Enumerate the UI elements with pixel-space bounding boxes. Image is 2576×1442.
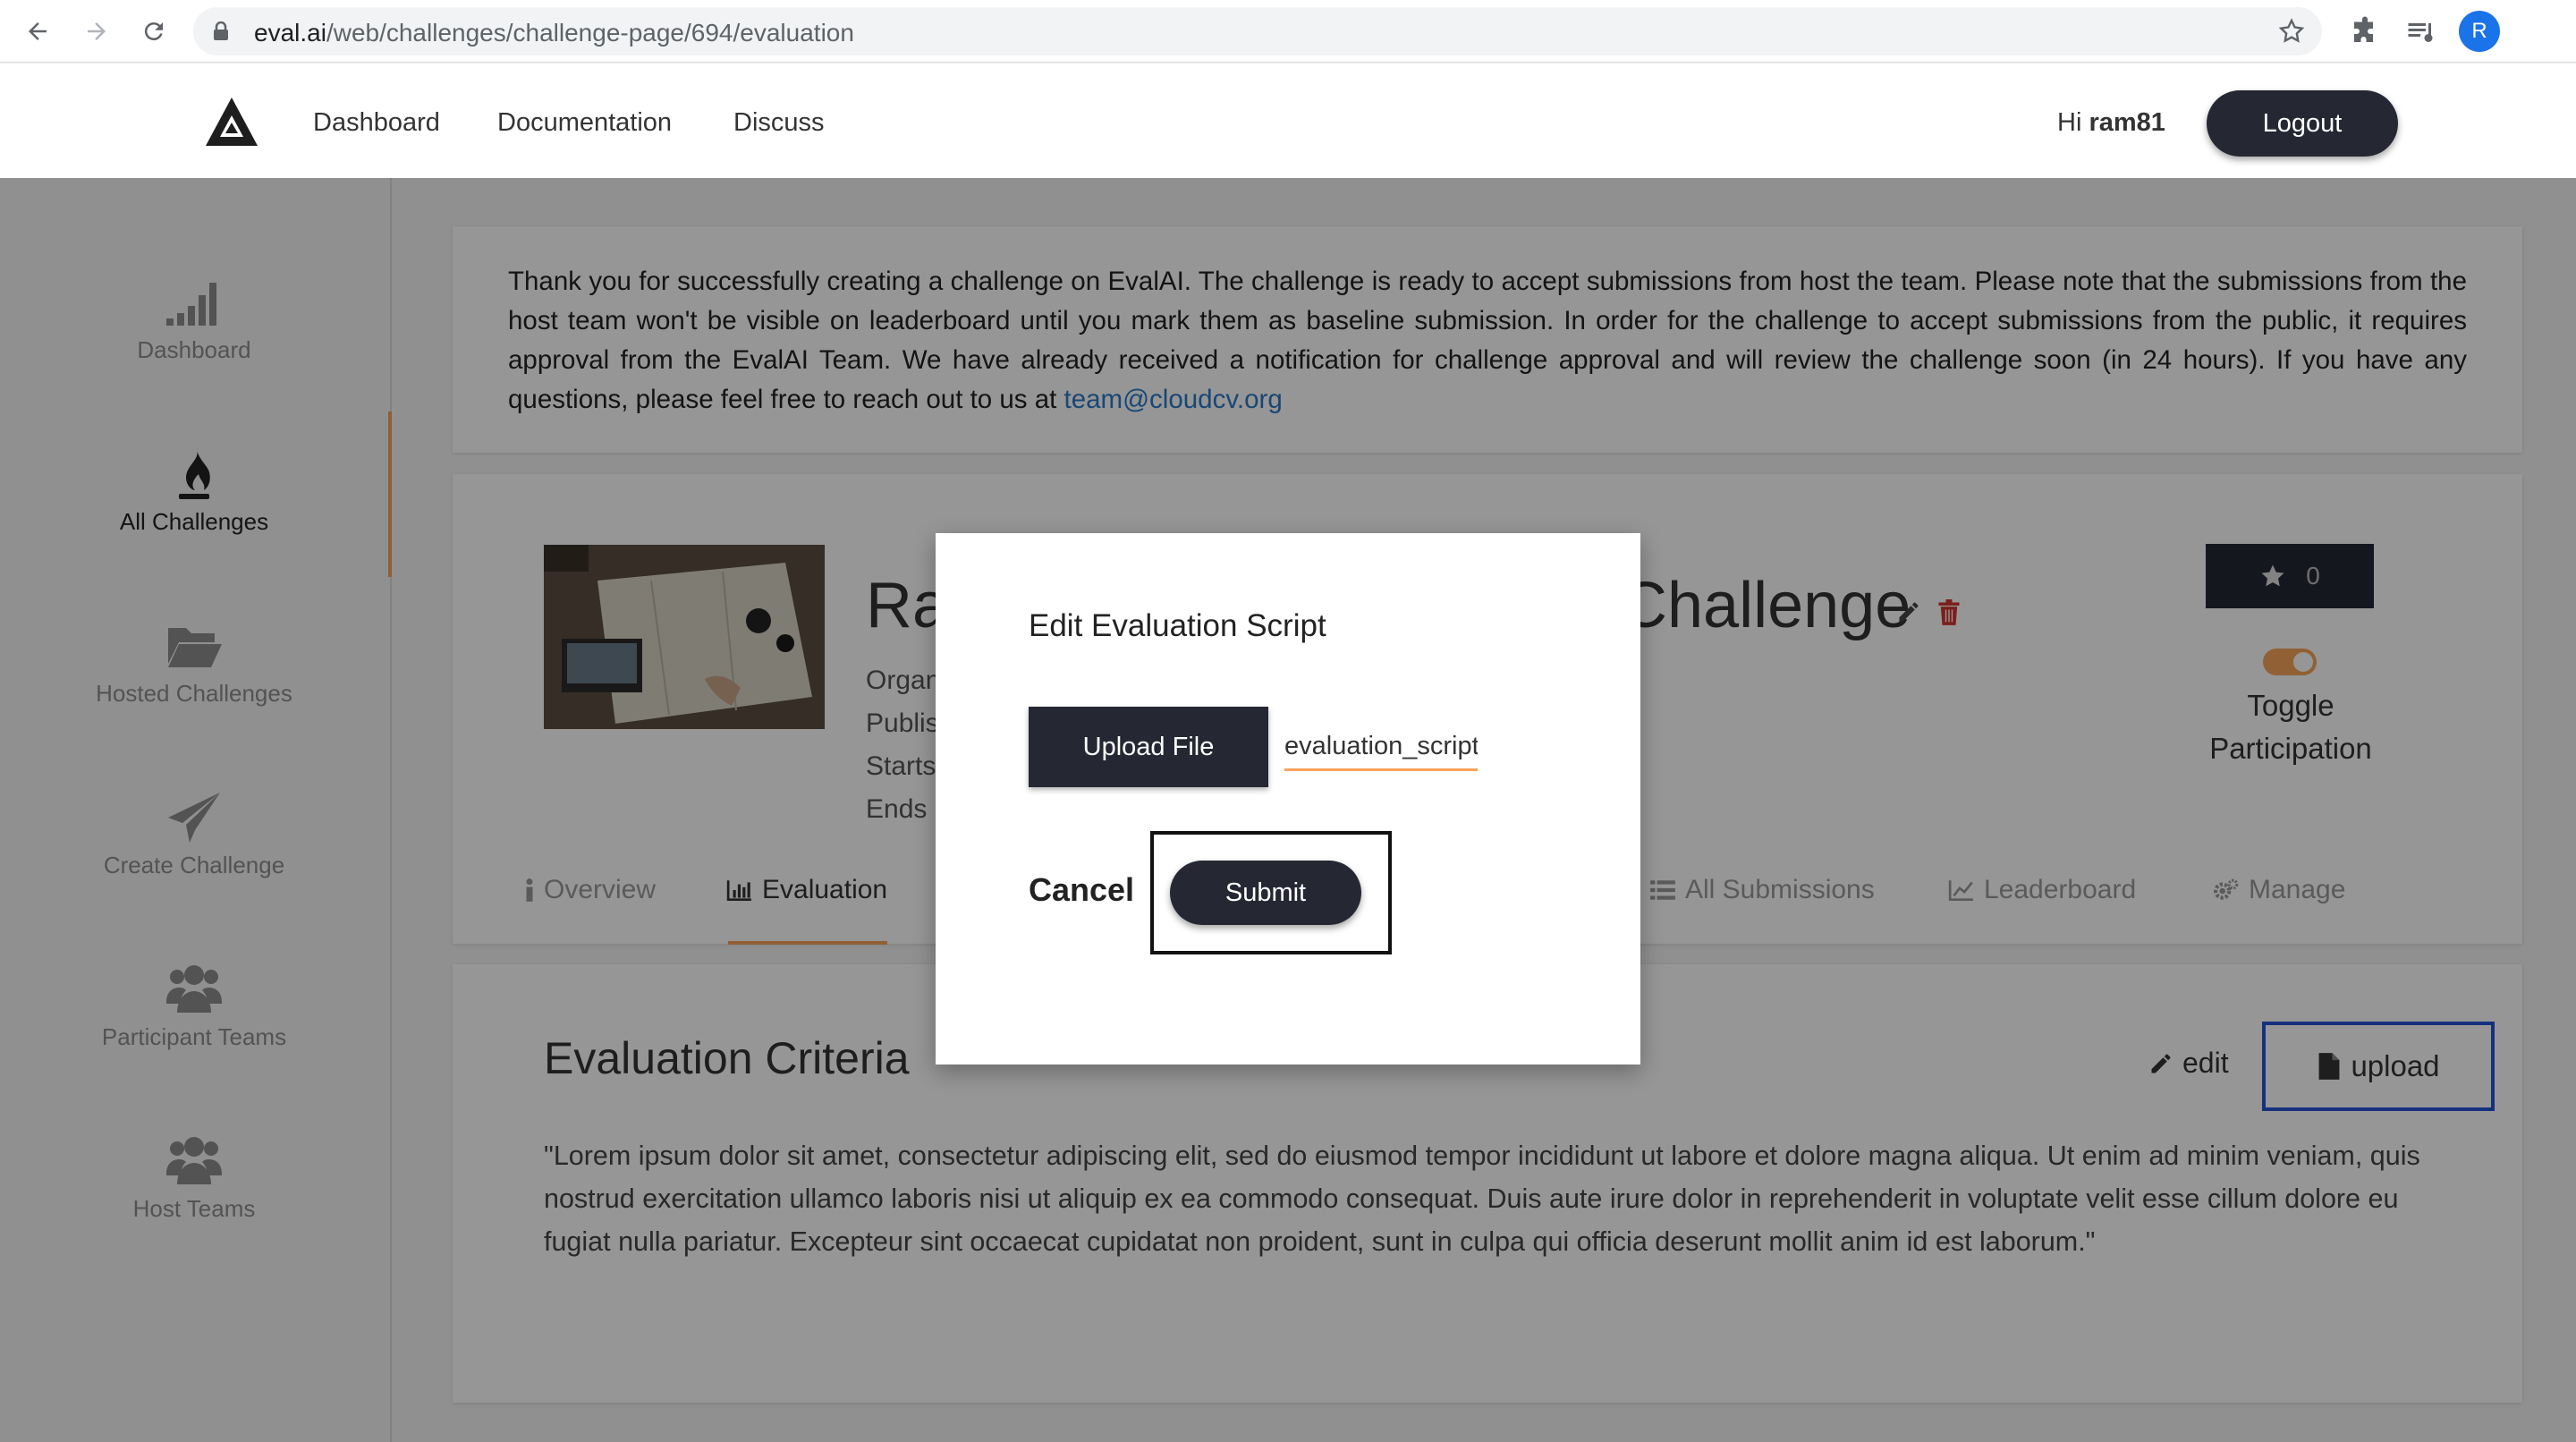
nav-dashboard[interactable]: Dashboard [313, 108, 440, 138]
file-name-field[interactable] [1284, 725, 1478, 771]
arrow-right-icon [88, 22, 106, 40]
forward-button[interactable] [79, 13, 114, 49]
evalai-logo-icon[interactable] [204, 96, 259, 148]
arrow-left-icon [29, 22, 47, 40]
lock-icon [214, 21, 228, 40]
back-button[interactable] [20, 13, 55, 49]
extensions-puzzle-icon[interactable] [2349, 15, 2381, 47]
logout-button[interactable]: Logout [2207, 90, 2398, 157]
url-text: eval.ai/web/challenges/challenge-page/69… [254, 19, 854, 47]
browser-toolbar: eval.ai/web/challenges/challenge-page/69… [0, 0, 2576, 63]
media-queue-icon[interactable] [2404, 15, 2436, 47]
url-path: /web/challenges/challenge-page/694/evalu… [326, 19, 854, 47]
cancel-button[interactable]: Cancel [1029, 871, 1134, 909]
url-host: eval.ai [254, 19, 326, 47]
nav-discuss[interactable]: Discuss [733, 108, 825, 138]
greeting-text: Hi [2057, 108, 2082, 137]
submit-button[interactable]: Submit [1170, 861, 1361, 925]
username: ram81 [2089, 108, 2165, 137]
bookmark-star-icon[interactable] [2277, 17, 2306, 46]
nav-documentation[interactable]: Documentation [497, 108, 672, 138]
edit-evaluation-script-dialog: Edit Evaluation Script Upload File Cance… [936, 533, 1640, 1065]
reload-button[interactable] [136, 13, 172, 49]
dialog-title: Edit Evaluation Script [1029, 608, 1326, 643]
reload-icon [144, 22, 163, 41]
site-header: Dashboard Documentation Discuss Hi ram81… [0, 64, 2576, 178]
upload-file-button[interactable]: Upload File [1029, 707, 1268, 787]
user-greeting: Hi ram81 [2057, 108, 2165, 138]
address-bar[interactable]: eval.ai/web/challenges/challenge-page/69… [193, 7, 2322, 55]
profile-avatar[interactable]: R [2459, 11, 2500, 52]
